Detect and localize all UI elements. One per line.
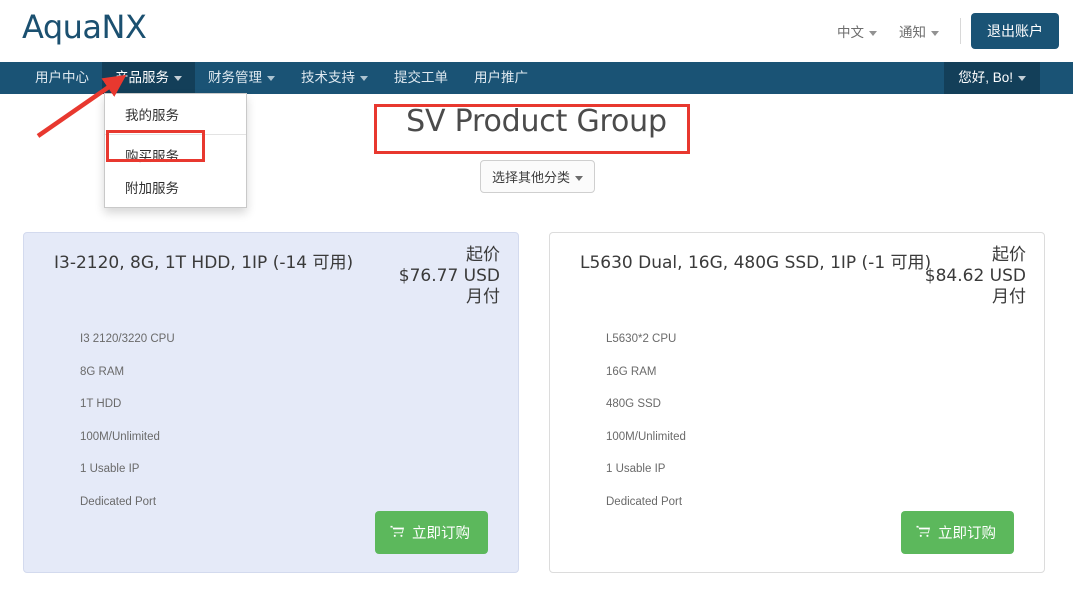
chevron-down-icon xyxy=(360,75,368,81)
price-period: 月付 xyxy=(992,287,1026,307)
nav-label: 产品服务 xyxy=(115,70,169,85)
nav-item-products[interactable]: 产品服务 xyxy=(102,62,195,94)
chevron-down-icon xyxy=(267,75,275,81)
price-amount: $84.62 USD xyxy=(924,266,1026,286)
product-card: I3-2120, 8G, 1T HDD, 1IP (-14 可用) 起价 $76… xyxy=(23,232,519,573)
notifications-menu[interactable]: 通知 xyxy=(888,15,950,47)
divider xyxy=(960,18,961,44)
top-right-actions: 中文 通知 退出账户 xyxy=(826,13,1059,49)
nav-item-support[interactable]: 技术支持 xyxy=(288,62,381,94)
logout-button[interactable]: 退出账户 xyxy=(971,13,1059,49)
price-amount: $76.77 USD xyxy=(398,266,500,286)
feature-item: L5630*2 CPU xyxy=(606,333,677,345)
chevron-down-icon xyxy=(575,176,584,182)
dropdown-item-my-services[interactable]: 我的服务 xyxy=(105,98,246,130)
feature-item: 480G SSD xyxy=(606,398,661,410)
chevron-down-icon xyxy=(869,30,877,36)
cart-icon xyxy=(390,525,405,541)
select-category-button[interactable]: 选择其他分类 xyxy=(480,160,596,193)
product-price: 起价 $76.77 USD 月付 xyxy=(399,245,500,308)
nav-item-affiliate[interactable]: 用户推广 xyxy=(461,62,541,94)
language-selector[interactable]: 中文 xyxy=(826,15,888,47)
user-account-menu[interactable]: 您好, Bo! xyxy=(944,62,1040,94)
chevron-down-icon xyxy=(931,30,939,36)
feature-item: 1 Usable IP xyxy=(606,463,666,475)
feature-item: Dedicated Port xyxy=(606,495,683,508)
product-name: I3-2120, 8G, 1T HDD, 1IP (-14 可用) xyxy=(54,253,354,273)
dropdown-item-addon-services[interactable]: 附加服务 xyxy=(105,171,246,203)
order-now-button[interactable]: 立即订购 xyxy=(901,511,1014,554)
product-price: 起价 $84.62 USD 月付 xyxy=(925,245,1026,308)
language-label: 中文 xyxy=(837,25,864,40)
nav-label: 提交工单 xyxy=(394,70,448,85)
price-period: 月付 xyxy=(466,287,500,307)
feature-item: I3 2120/3220 CPU xyxy=(80,333,175,345)
product-card: L5630 Dual, 16G, 480G SSD, 1IP (-1 可用) 起… xyxy=(549,232,1045,573)
feature-item: 100M/Unlimited xyxy=(606,430,686,443)
notifications-label: 通知 xyxy=(899,25,926,40)
order-button-label: 立即订购 xyxy=(412,526,470,542)
feature-item: Dedicated Port xyxy=(80,495,157,508)
top-bar: AquaNX 中文 通知 退出账户 xyxy=(0,0,1073,62)
chevron-down-icon xyxy=(174,75,182,81)
nav-label: 技术支持 xyxy=(301,70,355,85)
category-button-label: 选择其他分类 xyxy=(492,170,571,185)
nav-item-billing[interactable]: 财务管理 xyxy=(195,62,288,94)
price-prefix: 起价 xyxy=(466,245,500,265)
user-greeting: 您好, Bo! xyxy=(958,70,1013,85)
dropdown-divider xyxy=(105,134,246,135)
dropdown-item-buy-services[interactable]: 购买服务 xyxy=(105,139,246,171)
main-navbar: 用户中心 产品服务 财务管理 技术支持 提交工单 用户推广 您好, Bo! xyxy=(0,62,1073,94)
feature-item: 100M/Unlimited xyxy=(80,430,160,443)
chevron-down-icon xyxy=(1018,75,1026,81)
order-now-button[interactable]: 立即订购 xyxy=(375,511,488,554)
feature-item: 1 Usable IP xyxy=(80,463,140,475)
feature-item: 1T HDD xyxy=(80,398,122,410)
brand-logo[interactable]: AquaNX xyxy=(22,8,147,46)
price-prefix: 起价 xyxy=(992,245,1026,265)
nav-label: 财务管理 xyxy=(208,70,262,85)
nav-item-user-center[interactable]: 用户中心 xyxy=(22,62,102,94)
cart-icon xyxy=(916,525,931,541)
product-card-header: I3-2120, 8G, 1T HDD, 1IP (-14 可用) 起价 $76… xyxy=(24,233,518,307)
order-button-label: 立即订购 xyxy=(938,526,996,542)
nav-items: 用户中心 产品服务 财务管理 技术支持 提交工单 用户推广 xyxy=(22,62,541,94)
feature-item: 16G RAM xyxy=(606,365,657,378)
product-feature-list: L5630*2 CPU 16G RAM 480G SSD 100M/Unlimi… xyxy=(606,333,686,528)
product-feature-list: I3 2120/3220 CPU 8G RAM 1T HDD 100M/Unli… xyxy=(80,333,175,528)
products-dropdown-menu: 我的服务 购买服务 附加服务 xyxy=(104,93,247,208)
product-name: L5630 Dual, 16G, 480G SSD, 1IP (-1 可用) xyxy=(580,253,932,273)
nav-item-submit-ticket[interactable]: 提交工单 xyxy=(381,62,461,94)
nav-label: 用户中心 xyxy=(35,70,89,85)
nav-label: 用户推广 xyxy=(474,70,528,85)
feature-item: 8G RAM xyxy=(80,365,125,378)
product-card-header: L5630 Dual, 16G, 480G SSD, 1IP (-1 可用) 起… xyxy=(550,233,1044,307)
